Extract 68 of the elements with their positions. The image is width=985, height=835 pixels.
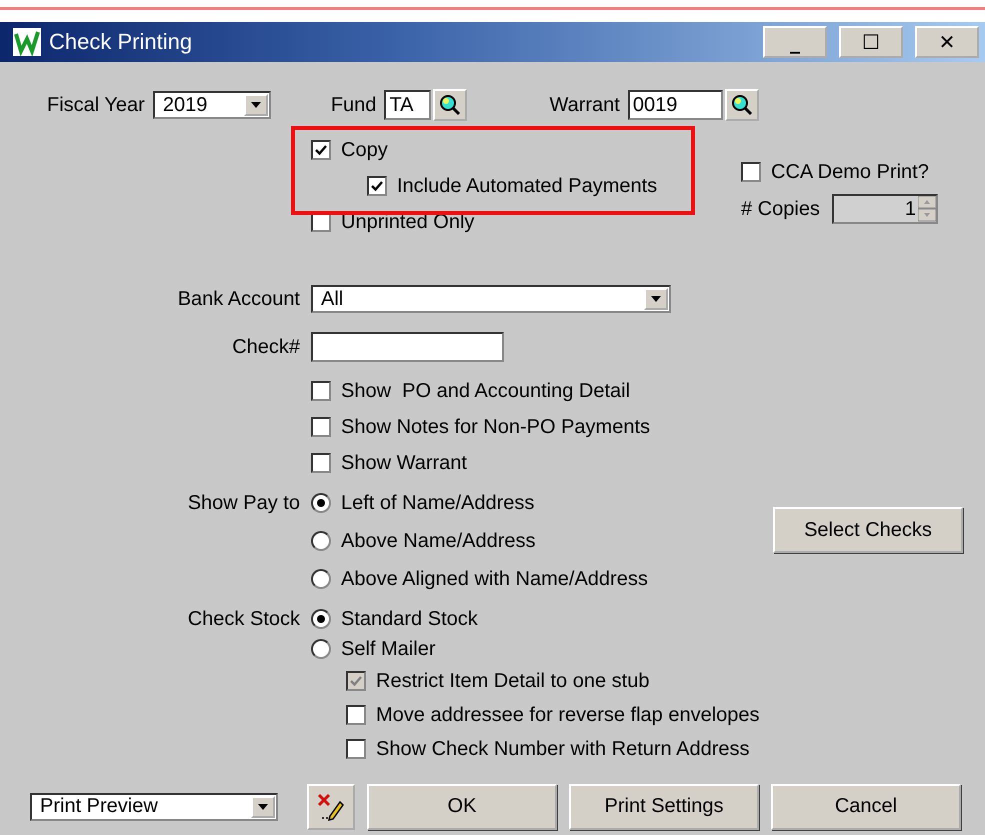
radio-label: Standard Stock bbox=[341, 608, 478, 630]
caret-icon bbox=[651, 296, 661, 302]
radio-label: Self Mailer bbox=[341, 638, 436, 660]
checkbox-label: CCA Demo Print? bbox=[771, 160, 929, 184]
radio-label: Above Aligned with Name/Address bbox=[341, 568, 648, 590]
search-icon bbox=[438, 93, 462, 117]
window-title: Check Printing bbox=[49, 29, 192, 55]
radio-button[interactable] bbox=[311, 569, 331, 589]
radio-label: Above Name/Address bbox=[341, 530, 536, 552]
eraser-pencil-icon bbox=[316, 792, 346, 822]
radio-label: Left of Name/Address bbox=[341, 492, 534, 514]
output-dropdown[interactable]: Print Preview bbox=[30, 792, 278, 820]
close-button[interactable]: ✕ bbox=[915, 26, 979, 58]
warrant-field[interactable]: 0019 bbox=[628, 90, 723, 120]
search-button[interactable] bbox=[433, 89, 468, 121]
field-label: Fund bbox=[330, 94, 376, 116]
check-number-field[interactable] bbox=[311, 332, 504, 362]
checkmark-icon bbox=[349, 674, 363, 688]
radio-button[interactable] bbox=[311, 531, 331, 551]
ok-button[interactable]: OK bbox=[367, 784, 557, 830]
spinner-arrows-icon bbox=[918, 196, 936, 222]
checkbox-label: Show Notes for Non-PO Payments bbox=[341, 416, 650, 438]
checkbox-label: Move addressee for reverse flap envelopes bbox=[376, 704, 760, 726]
checkbox[interactable] bbox=[741, 162, 761, 182]
checkbox[interactable] bbox=[311, 417, 331, 437]
checkbox-label: Show Check Number with Return Address bbox=[376, 738, 750, 760]
radio-button[interactable] bbox=[311, 639, 331, 659]
field-label: Show Pay to bbox=[188, 492, 300, 514]
select-checks-button[interactable]: Select Checks bbox=[773, 507, 963, 553]
checkbox-label: Show PO and Accounting Detail bbox=[341, 380, 630, 402]
clear-button[interactable] bbox=[307, 784, 355, 830]
search-icon bbox=[730, 93, 754, 117]
field-label: Check Stock bbox=[188, 608, 300, 630]
field-label: Fiscal Year bbox=[47, 94, 145, 116]
maximize-button[interactable]: ☐ bbox=[839, 26, 903, 58]
cancel-button[interactable]: Cancel bbox=[771, 784, 961, 830]
checkbox[interactable] bbox=[311, 453, 331, 473]
checkbox[interactable] bbox=[311, 381, 331, 401]
checkbox-label: Copy bbox=[341, 138, 388, 162]
checkbox-label: Include Automated Payments bbox=[397, 174, 658, 198]
copies-spinner[interactable]: 1 bbox=[832, 194, 938, 224]
dropdown-button[interactable] bbox=[251, 796, 275, 818]
minimize-button[interactable]: _ bbox=[763, 26, 827, 58]
checkmark-icon bbox=[370, 179, 384, 193]
radio-button[interactable] bbox=[311, 609, 331, 629]
print-settings-button[interactable]: Print Settings bbox=[569, 784, 759, 830]
search-button[interactable] bbox=[724, 89, 759, 121]
field-label: Check# bbox=[231, 336, 301, 358]
checkbox[interactable] bbox=[346, 739, 366, 759]
field-label: Warrant bbox=[549, 94, 620, 116]
checkbox[interactable] bbox=[367, 176, 387, 196]
app-logo-icon bbox=[13, 28, 41, 56]
caret-icon bbox=[258, 804, 268, 810]
checkbox-label: Show Warrant bbox=[341, 452, 467, 474]
year-dropdown[interactable]: 2019 bbox=[152, 91, 271, 119]
checkmark-icon bbox=[314, 143, 328, 157]
checkbox[interactable] bbox=[311, 140, 331, 160]
checkbox[interactable] bbox=[346, 705, 366, 725]
dropdown-button[interactable] bbox=[244, 94, 268, 116]
bank-account-dropdown[interactable]: All bbox=[311, 285, 671, 313]
fund-field[interactable]: TA bbox=[384, 90, 432, 120]
caret-icon bbox=[250, 102, 261, 108]
checkbox-label: Unprinted Only bbox=[341, 210, 474, 234]
field-label: # Copies bbox=[741, 198, 820, 220]
checkbox-label: Restrict Item Detail to one stub bbox=[376, 670, 650, 692]
dropdown-button[interactable] bbox=[644, 288, 668, 310]
radio-button[interactable] bbox=[311, 493, 331, 513]
field-label: Bank Account bbox=[176, 288, 301, 310]
